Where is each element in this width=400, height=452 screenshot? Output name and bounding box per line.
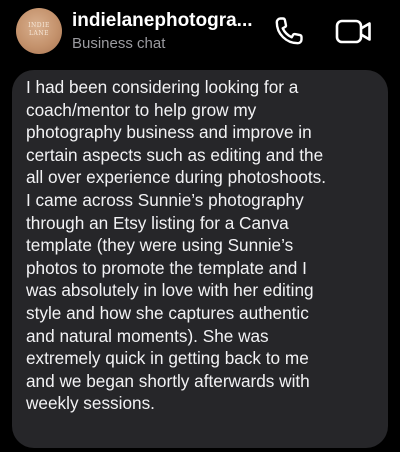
contact-name[interactable]: indielanephotogra... [72,9,262,33]
message-bubble[interactable]: I had been considering looking for a coa… [12,70,388,448]
phone-icon [275,17,303,45]
avatar-logo-text: INDIE LANE [28,22,50,37]
call-button[interactable] [272,14,306,48]
chat-header: INDIE LANE indielanephotogra... Business… [0,0,400,62]
avatar[interactable]: INDIE LANE [16,8,62,54]
message-text: I had been considering looking for a coa… [26,77,327,414]
video-call-button[interactable] [334,14,374,48]
video-camera-icon [335,19,371,44]
contact-subtitle: Business chat [72,35,166,52]
chat-screen: INDIE LANE indielanephotogra... Business… [0,0,400,452]
